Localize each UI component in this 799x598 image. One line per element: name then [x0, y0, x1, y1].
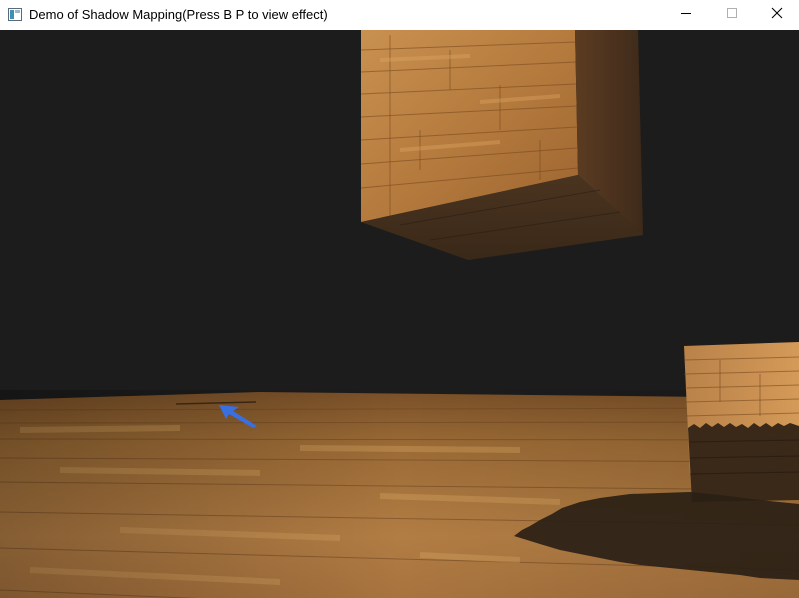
maximize-button[interactable]	[709, 0, 755, 30]
close-icon	[771, 6, 783, 24]
render-viewport[interactable]	[0, 30, 799, 598]
application-window: Demo of Shadow Mapping(Press B P to view…	[0, 0, 799, 598]
window-title: Demo of Shadow Mapping(Press B P to view…	[29, 7, 328, 22]
minimize-icon	[680, 6, 692, 24]
title-bar[interactable]: Demo of Shadow Mapping(Press B P to view…	[0, 0, 799, 30]
maximize-icon	[726, 6, 738, 24]
minimize-button[interactable]	[663, 0, 709, 30]
floating-wood-cube	[360, 30, 643, 260]
ground-wood-cube	[683, 342, 799, 502]
close-button[interactable]	[754, 0, 799, 30]
app-window-icon	[8, 8, 22, 21]
